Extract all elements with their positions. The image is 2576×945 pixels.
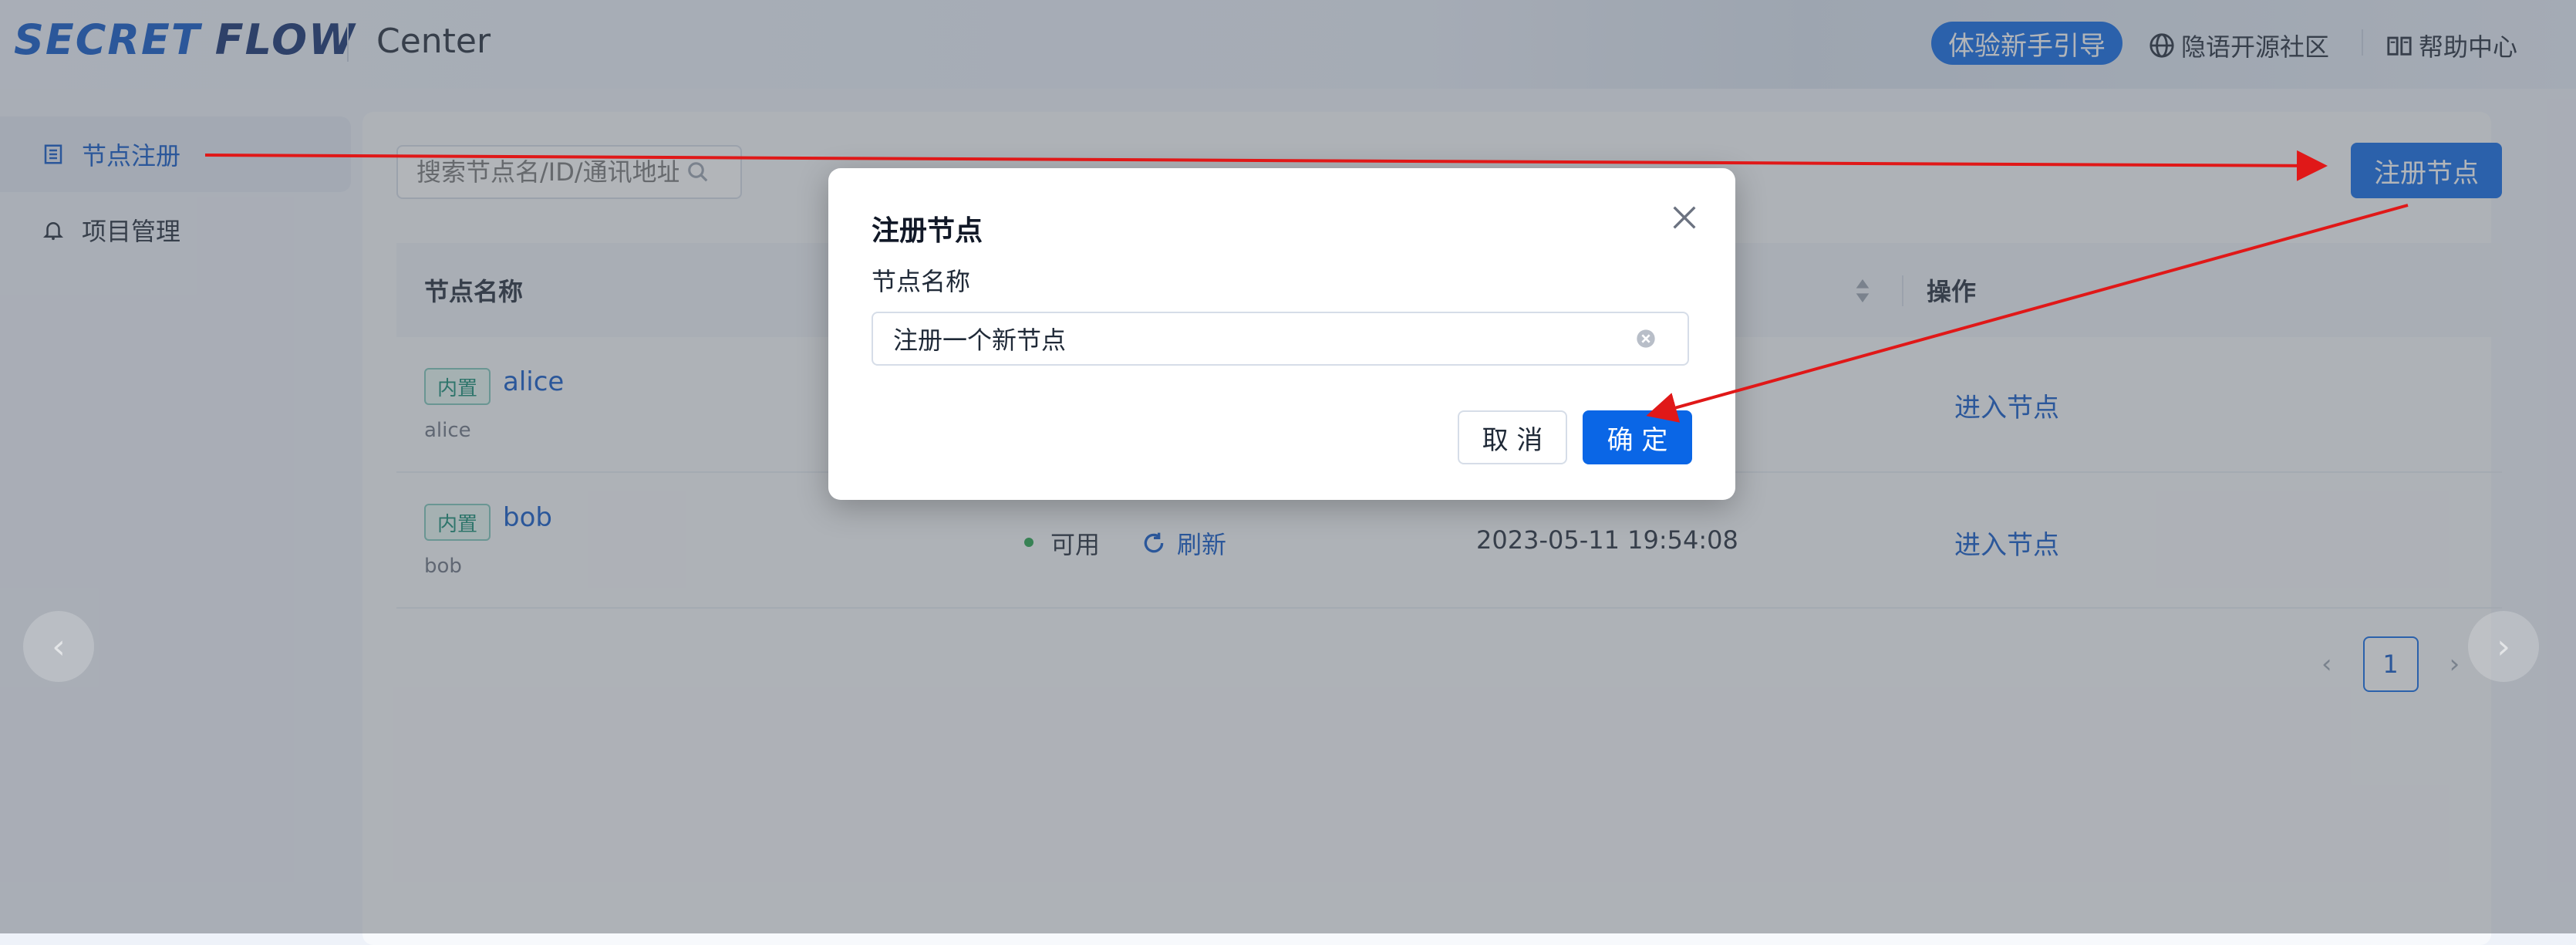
app: SECRET FLOW Center 体验新手引导 隐语开源社区 帮助中心 节点注… <box>0 0 2576 945</box>
annotation-arrow-to-register-button <box>204 150 2328 181</box>
annotation-arrow-to-confirm-button <box>1646 204 2409 423</box>
annotation-arrows <box>204 150 2409 423</box>
